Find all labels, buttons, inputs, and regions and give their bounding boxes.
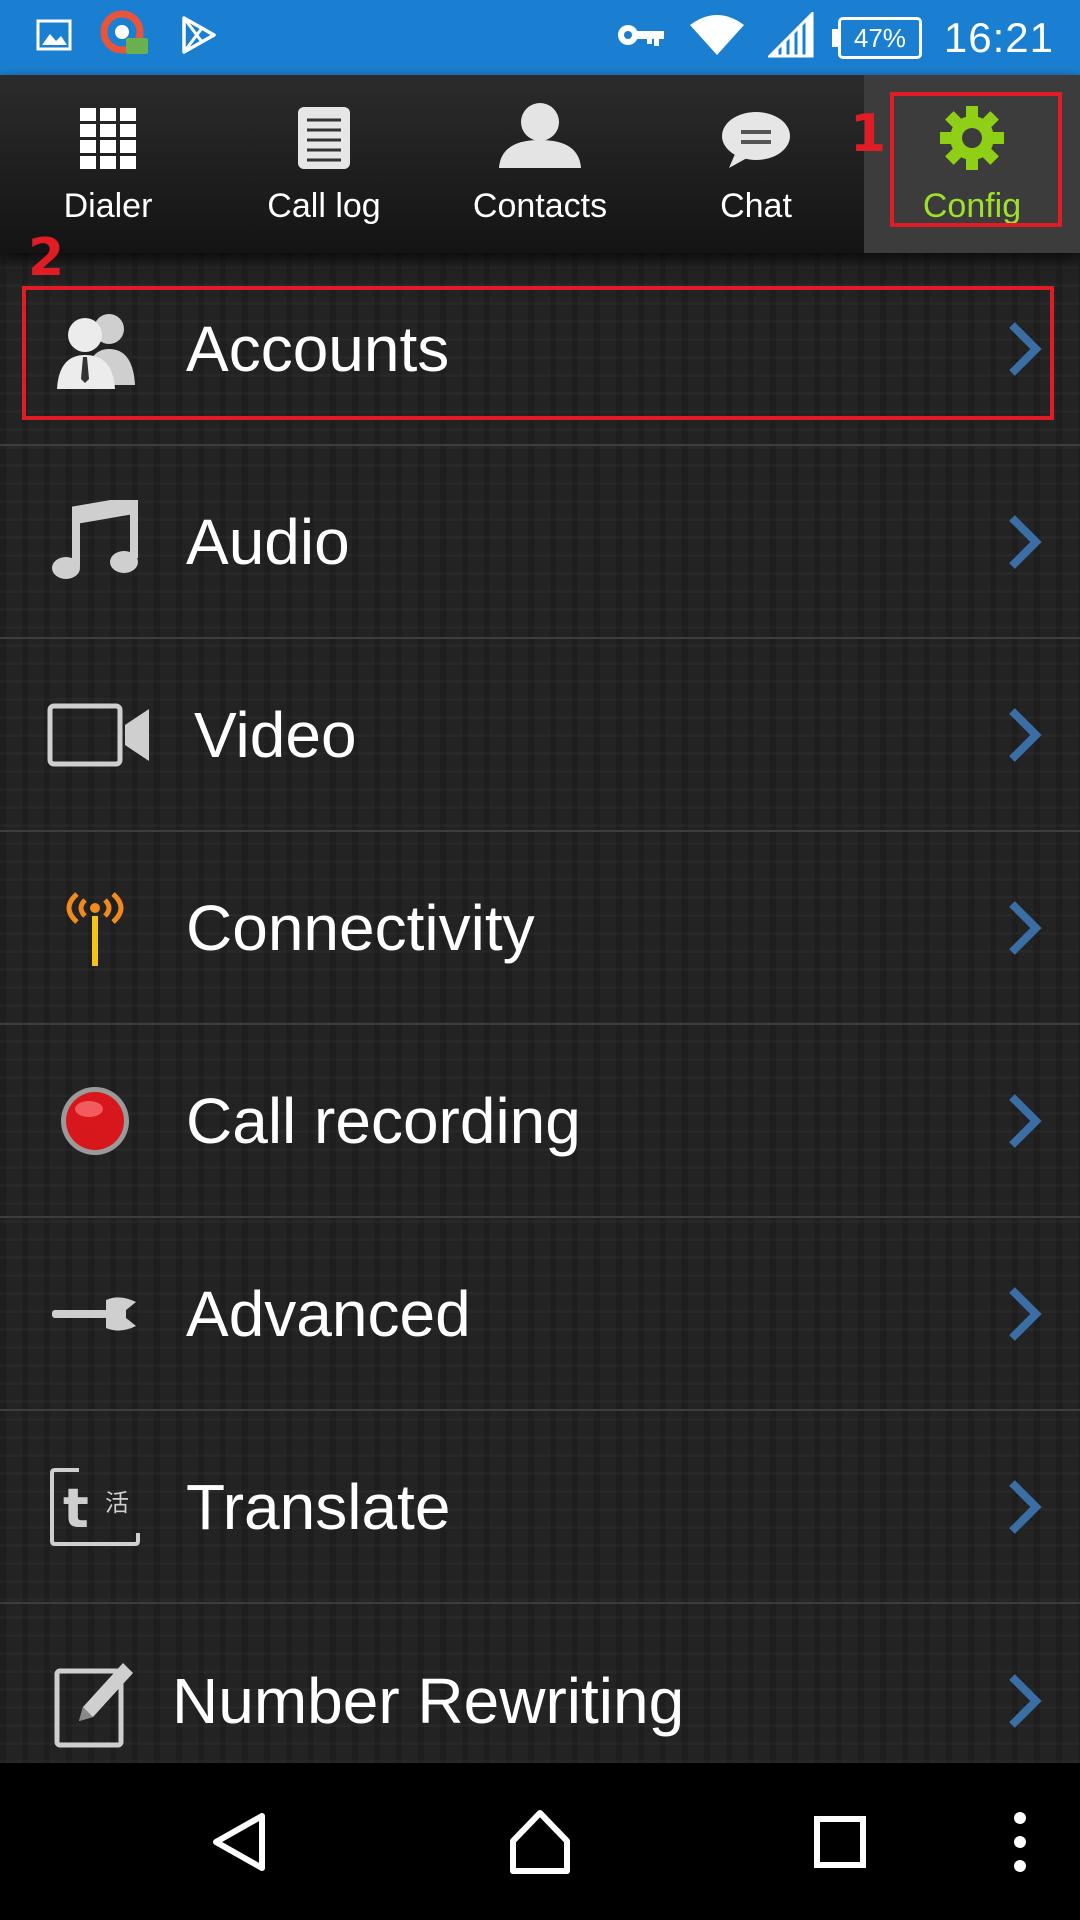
vpn-app-icon xyxy=(100,10,150,65)
status-bar: 47% 16:21 xyxy=(0,0,1080,75)
list-item-label: Audio xyxy=(186,505,350,578)
highlight-box-accounts xyxy=(22,286,1054,420)
annotation-number: 2 xyxy=(28,228,65,288)
list-item-label: Call recording xyxy=(186,1084,581,1157)
clock: 16:21 xyxy=(943,13,1054,61)
battery-level: 47% xyxy=(853,22,906,53)
recents-button[interactable] xyxy=(790,1763,890,1920)
home-icon xyxy=(510,1809,570,1874)
battery-icon: 47% xyxy=(831,16,922,59)
tab-label: Call log xyxy=(267,187,381,225)
edit-icon xyxy=(40,1646,150,1756)
play-store-icon xyxy=(178,14,220,61)
recents-icon xyxy=(814,1815,866,1868)
back-icon xyxy=(213,1812,265,1871)
chevron-right-icon xyxy=(1009,1286,1042,1341)
settings-list: Accounts Audio Video Connectivity Call r… xyxy=(0,253,1080,1763)
wrench-icon xyxy=(40,1259,150,1369)
tab-call-log[interactable]: Call log xyxy=(216,75,432,253)
call-log-icon xyxy=(297,106,351,175)
signal-icon xyxy=(766,10,816,63)
list-item-translate[interactable]: t活 Translate xyxy=(0,1411,1080,1604)
tab-label: Chat xyxy=(720,187,792,225)
contacts-icon xyxy=(497,102,583,175)
list-item-audio[interactable]: Audio xyxy=(0,446,1080,639)
svg-text:活: 活 xyxy=(105,1489,129,1517)
list-item-label: Connectivity xyxy=(186,891,535,964)
video-camera-icon xyxy=(44,680,154,790)
more-icon xyxy=(1014,1811,1026,1872)
chevron-right-icon xyxy=(1009,900,1042,955)
list-item-label: Number Rewriting xyxy=(172,1664,685,1737)
chevron-right-icon xyxy=(1009,707,1042,762)
tab-contacts[interactable]: Contacts xyxy=(432,75,648,253)
antenna-icon xyxy=(40,873,150,983)
chevron-right-icon xyxy=(1009,514,1042,569)
navigation-bar xyxy=(0,1763,1080,1920)
annotation-number: 1 xyxy=(850,104,887,164)
tab-label: Contacts xyxy=(472,187,608,225)
tab-label: Dialer xyxy=(63,187,153,225)
chevron-right-icon xyxy=(1009,1093,1042,1148)
music-note-icon xyxy=(40,487,150,597)
list-item-video[interactable]: Video xyxy=(0,639,1080,832)
highlight-box-config xyxy=(890,92,1062,227)
list-item-label: Advanced xyxy=(186,1277,471,1350)
tab-dialer[interactable]: Dialer xyxy=(0,75,216,253)
back-button[interactable] xyxy=(190,1763,290,1920)
key-icon xyxy=(616,20,666,55)
chevron-right-icon xyxy=(1009,1673,1042,1728)
list-item-advanced[interactable]: Advanced xyxy=(0,1218,1080,1411)
list-item-call-recording[interactable]: Call recording xyxy=(0,1025,1080,1218)
list-item-label: Video xyxy=(194,698,357,771)
chat-icon xyxy=(721,110,791,175)
more-button[interactable] xyxy=(1000,1763,1040,1920)
tab-chat[interactable]: Chat xyxy=(648,75,864,253)
record-icon xyxy=(40,1066,150,1176)
list-item-label: Translate xyxy=(186,1470,451,1543)
chevron-right-icon xyxy=(1009,1479,1042,1534)
list-item-connectivity[interactable]: Connectivity xyxy=(0,832,1080,1025)
svg-text:t: t xyxy=(63,1477,89,1540)
dialpad-icon xyxy=(80,108,136,175)
wifi-icon xyxy=(688,11,746,64)
translate-icon: t活 xyxy=(40,1452,150,1562)
home-button[interactable] xyxy=(490,1763,590,1920)
image-icon xyxy=(36,17,72,58)
